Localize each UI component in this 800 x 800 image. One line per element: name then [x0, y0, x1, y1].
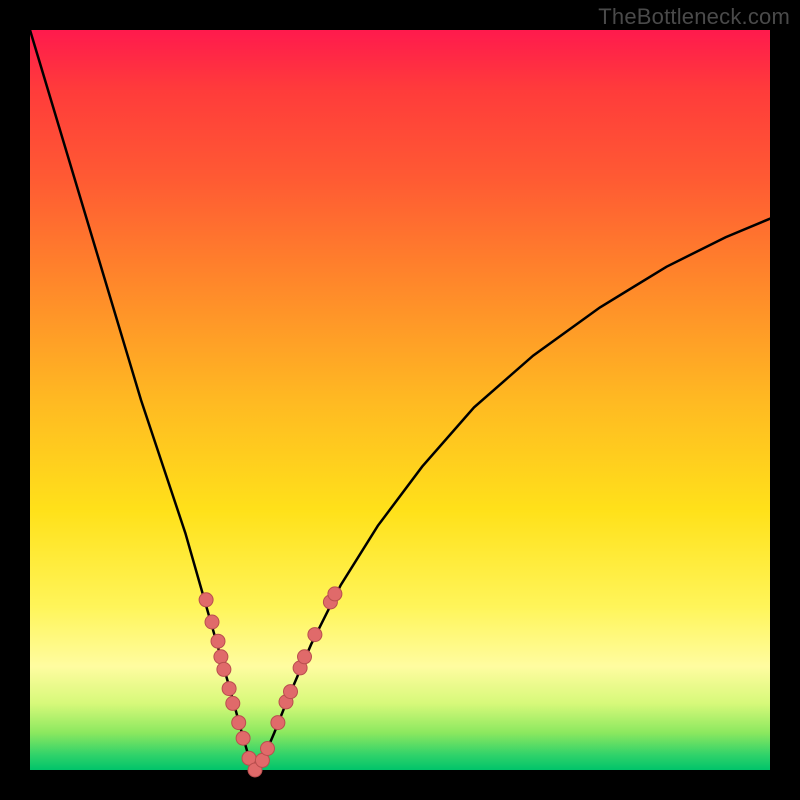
data-dots [199, 587, 342, 777]
data-dot [214, 650, 228, 664]
data-dot [284, 685, 298, 699]
data-dot [261, 742, 275, 756]
chart-overlay [30, 30, 770, 770]
bottleneck-curve [30, 30, 770, 770]
data-dot [236, 731, 250, 745]
data-dot [211, 634, 225, 648]
data-dot [232, 716, 246, 730]
data-dot [328, 587, 342, 601]
data-dot [205, 615, 219, 629]
data-dot [308, 628, 322, 642]
data-dot [217, 662, 231, 676]
chart-frame: TheBottleneck.com [0, 0, 800, 800]
data-dot [226, 696, 240, 710]
data-dot [271, 716, 285, 730]
data-dot [298, 650, 312, 664]
watermark-text: TheBottleneck.com [598, 4, 790, 30]
data-dot [199, 593, 213, 607]
data-dot [222, 682, 236, 696]
